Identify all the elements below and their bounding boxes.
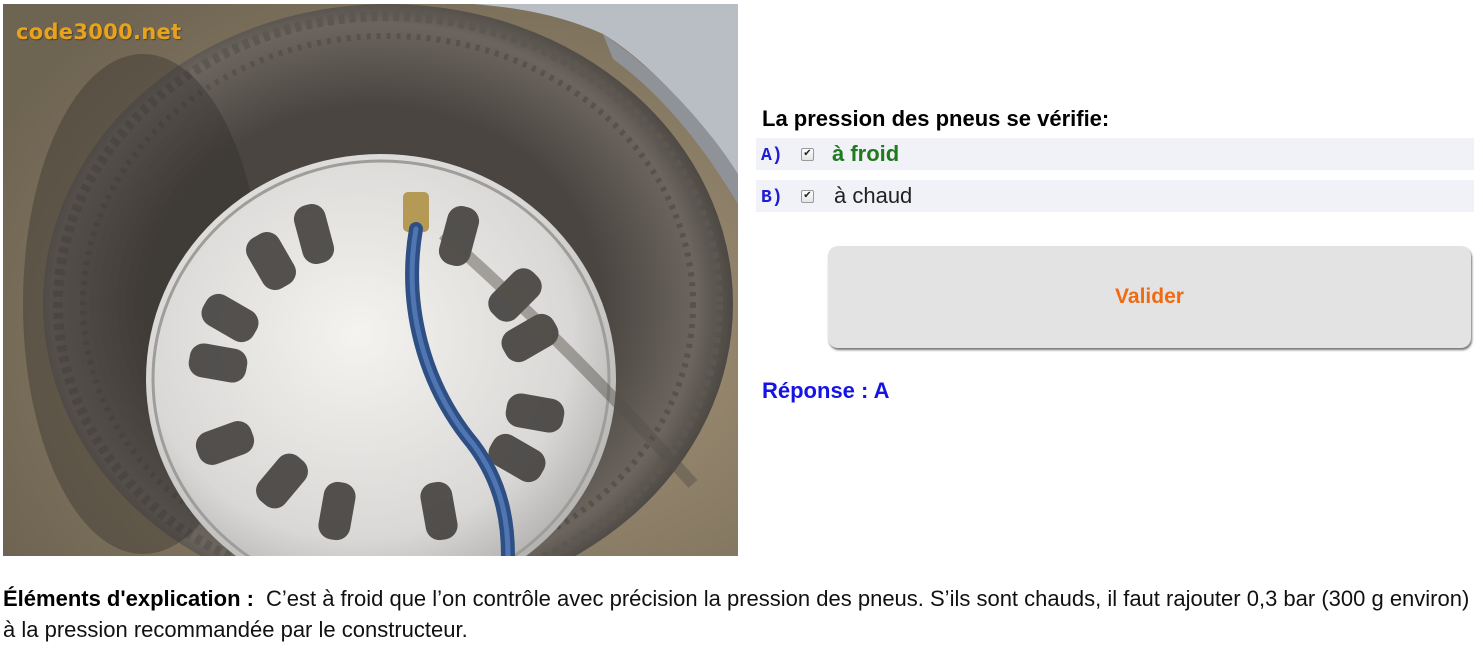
validate-button[interactable]: Valider xyxy=(828,246,1471,348)
explanation: Éléments d'explication : C’est à froid qu… xyxy=(3,583,1473,645)
question-text: La pression des pneus se vérifie: xyxy=(762,106,1110,131)
option-b[interactable]: B) ✔ à chaud xyxy=(756,180,1474,212)
tyre-photo-illustration xyxy=(3,4,738,556)
option-a-label: à froid xyxy=(832,141,900,166)
answer-text: Réponse : A xyxy=(762,378,890,403)
question-photo: code3000.net xyxy=(3,4,738,556)
option-a-letter: A) xyxy=(761,146,783,166)
option-a[interactable]: A) ✔ à froid xyxy=(756,138,1474,170)
explanation-label: Éléments d'explication : xyxy=(3,586,254,611)
watermark-logo: code3000.net xyxy=(16,20,182,44)
option-a-checkbox[interactable]: ✔ xyxy=(801,147,814,161)
option-b-label: à chaud xyxy=(834,183,913,208)
option-b-letter: B) xyxy=(761,188,783,208)
option-b-checkbox[interactable]: ✔ xyxy=(801,189,814,203)
